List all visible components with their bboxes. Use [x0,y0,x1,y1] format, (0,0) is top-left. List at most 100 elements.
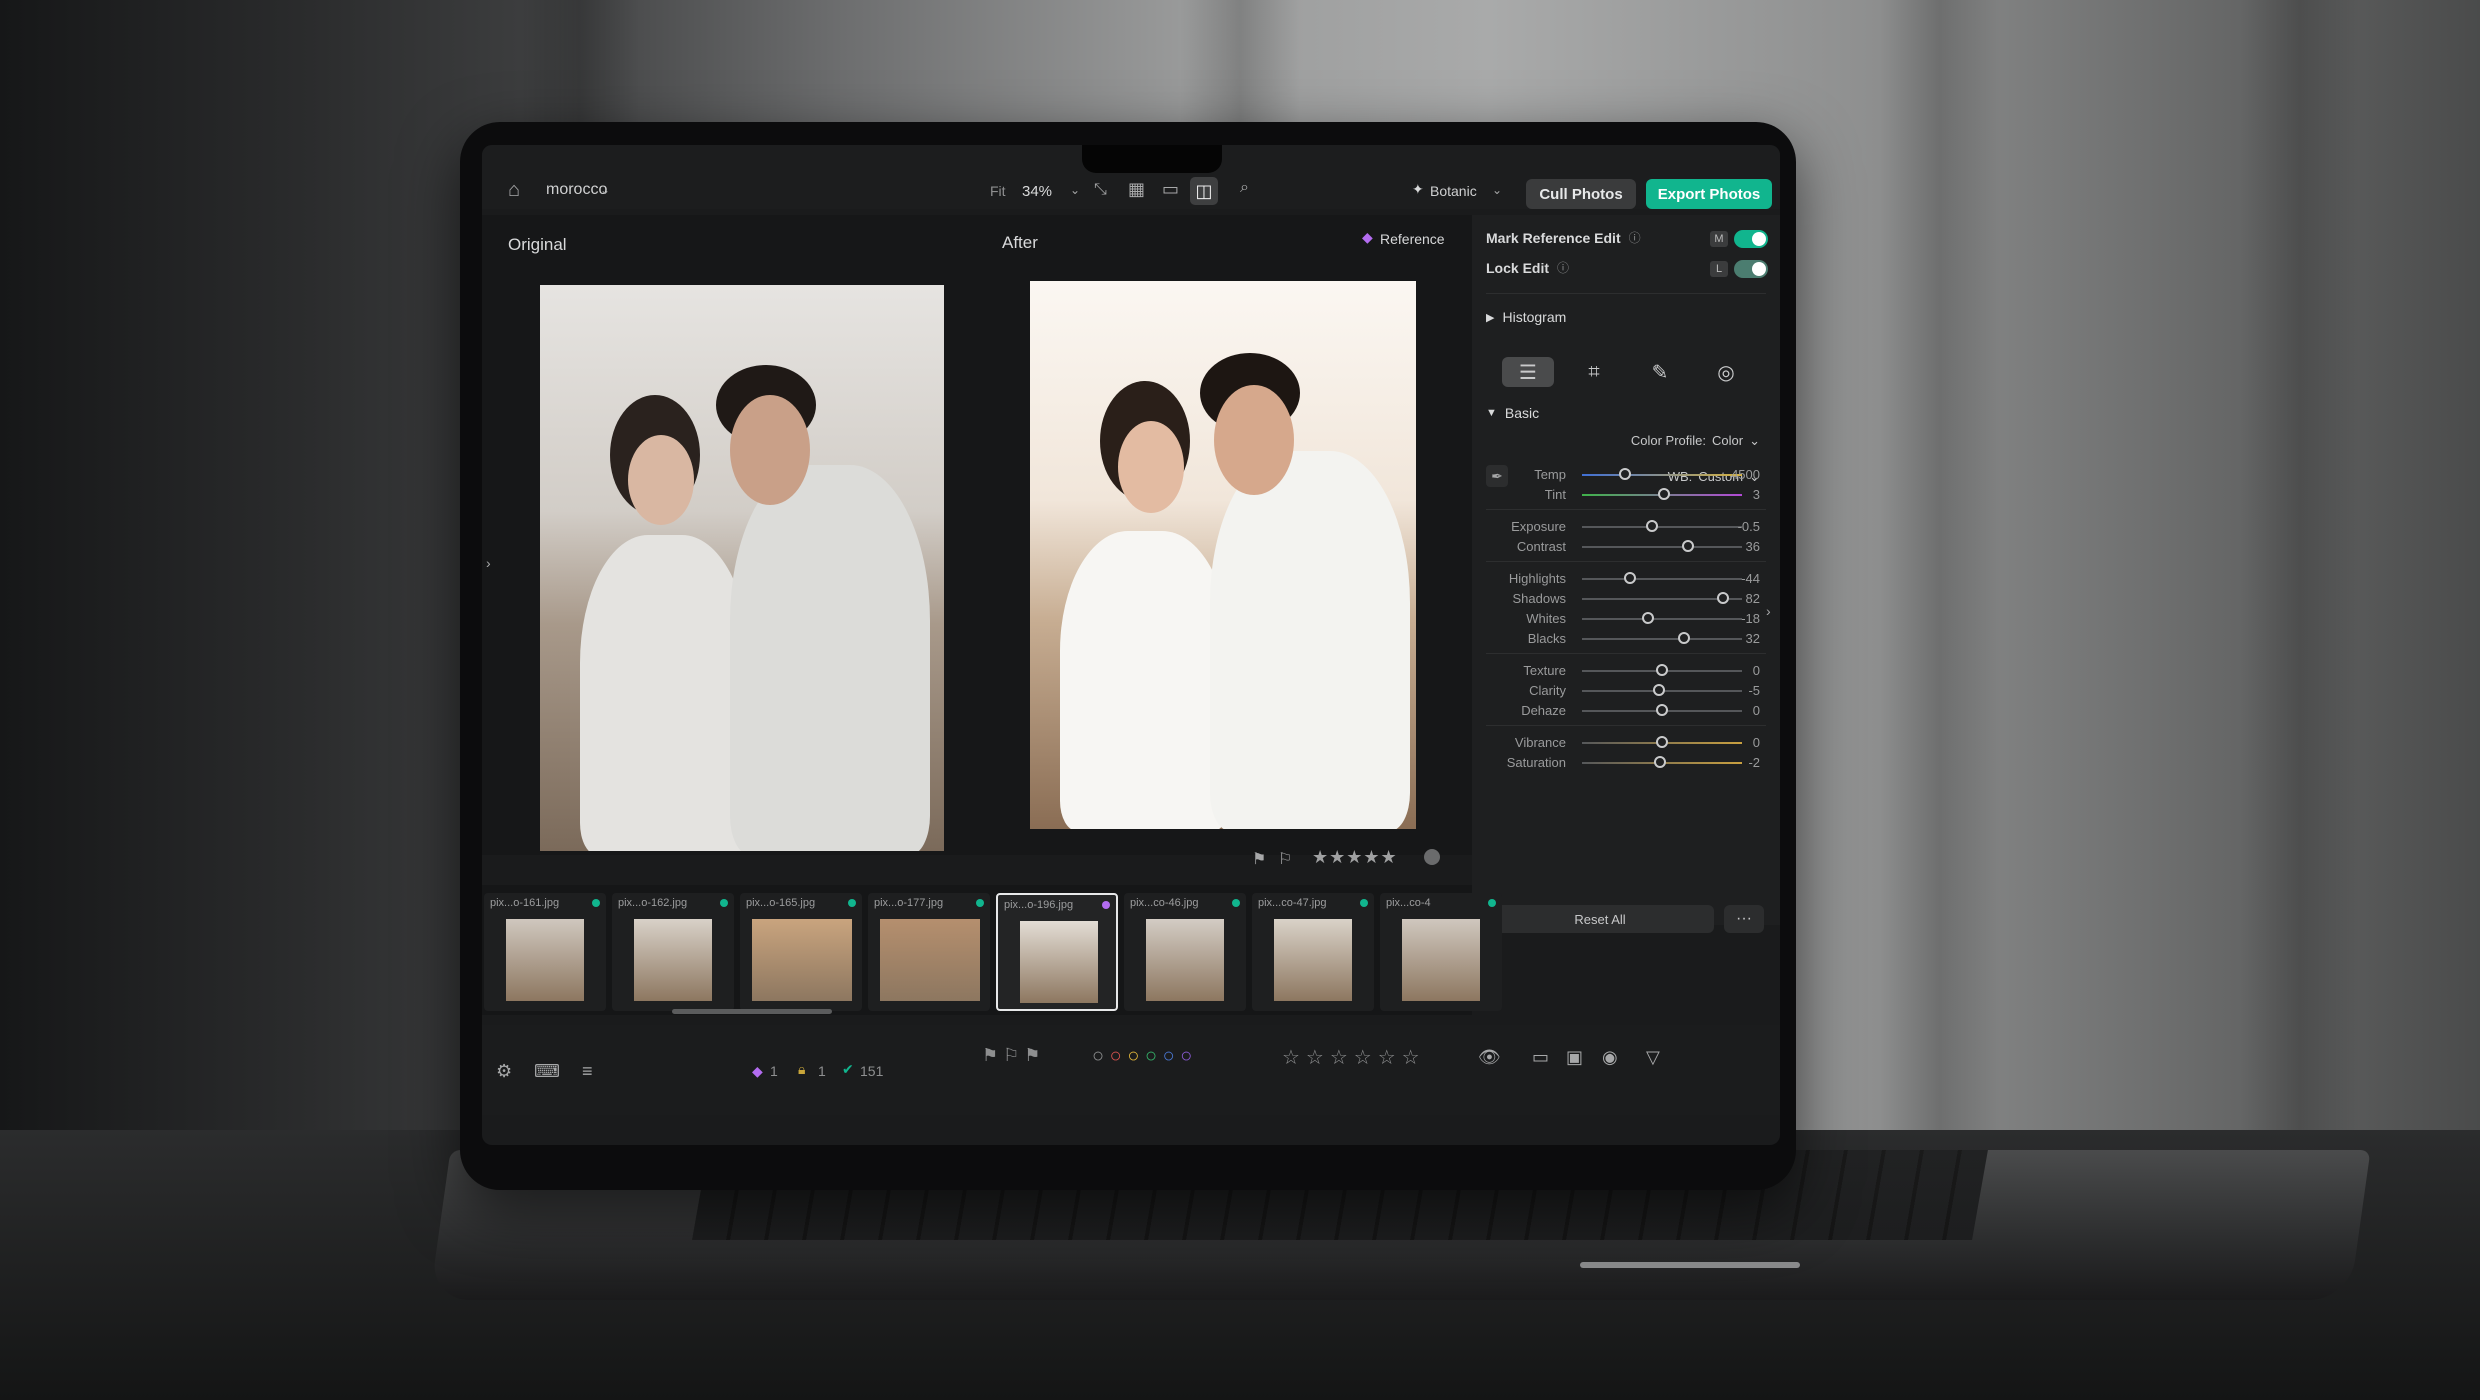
slider-knob[interactable] [1646,520,1659,532]
slider-knob[interactable] [1656,736,1668,748]
project-name[interactable]: morocco [546,181,607,199]
slider-texture[interactable]: Texture 0 [1486,661,1760,681]
filmstrip-thumbnail[interactable]: pix...co-46.jpg [1124,893,1246,1011]
sort-icon[interactable]: ≡ [582,1061,593,1082]
right-panel-toggle-icon[interactable]: › [1766,603,1771,619]
slider-value[interactable]: -44 [1730,571,1760,586]
color-profile-value[interactable]: Color [1712,433,1743,449]
compare-off-icon[interactable]: ⤡ [1094,181,1107,199]
slider-value[interactable]: -2 [1730,755,1760,770]
grid-view-icon[interactable]: ▦ [1128,179,1145,200]
slider-saturation[interactable]: Saturation -2 [1486,753,1760,773]
preset-chevron-icon[interactable]: ⌄ [1492,183,1502,197]
crop-tool-icon[interactable]: ⌗ [1568,357,1620,387]
filmstrip-thumbnail[interactable]: pix...o-177.jpg [868,893,990,1011]
chevron-down-icon[interactable]: ⌄ [600,183,610,197]
slider-value[interactable]: 0 [1730,735,1760,750]
slider-value[interactable]: 4500 [1730,467,1760,482]
left-panel-toggle-icon[interactable]: › [486,555,491,571]
slider-shadows[interactable]: Shadows 82 [1486,589,1760,609]
slider-blacks[interactable]: Blacks 32 [1486,629,1760,649]
slider-track[interactable] [1582,526,1742,528]
single-view-icon[interactable]: ▭ [1162,179,1179,200]
slider-value[interactable]: 3 [1730,487,1760,502]
slider-knob[interactable] [1656,704,1668,716]
slider-temp[interactable]: Temp 4500 [1486,465,1760,485]
zoom-value[interactable]: 34% [1022,183,1052,200]
filmstrip-thumbnail[interactable]: pix...o-161.jpg [484,893,606,1011]
rating-stars[interactable]: ★★★★★ [1312,847,1398,868]
after-photo[interactable] [1030,281,1416,829]
zoom-chevron-icon[interactable]: ⌄ [1070,183,1080,197]
eraser-tool-icon[interactable]: ✎ [1634,357,1686,387]
slider-knob[interactable] [1716,592,1729,604]
flag-filter-icon[interactable]: ⚑ ⚐ ⚑ [982,1045,1040,1066]
info-icon[interactable]: ⓘ [1557,259,1569,276]
slider-track[interactable] [1582,618,1742,620]
filmstrip-scrollbar[interactable] [672,1009,832,1014]
reject-flag-icon[interactable]: ⚐ [1278,849,1292,869]
slider-knob[interactable] [1624,572,1636,584]
filmstrip-thumbnail[interactable]: pix...o-196.jpg [996,893,1118,1011]
search-icon[interactable]: ⌕ [1240,179,1249,197]
slider-value[interactable]: -18 [1730,611,1760,626]
slider-value[interactable]: -0.5 [1730,519,1760,534]
sliders-tool-icon[interactable]: ☰ [1502,357,1554,387]
slider-knob[interactable] [1657,488,1670,500]
mark-reference-toggle[interactable] [1734,230,1768,248]
slider-value[interactable]: -5 [1730,683,1760,698]
export-photos-button[interactable]: Export Photos [1646,179,1772,209]
filmstrip-thumbnail[interactable]: pix...co-4 [1380,893,1502,1011]
slider-value[interactable]: 32 [1730,631,1760,646]
slider-knob[interactable] [1678,632,1691,644]
compare-view-icon[interactable]: ◫ [1190,177,1218,205]
slider-knob[interactable] [1656,664,1668,676]
slider-value[interactable]: 0 [1730,663,1760,678]
slider-vibrance[interactable]: Vibrance 0 [1486,733,1760,753]
keyboard-icon[interactable]: ⌨ [534,1061,560,1082]
slider-clarity[interactable]: Clarity -5 [1486,681,1760,701]
eye-icon[interactable]: 👁︎ [1478,1047,1501,1068]
basic-section-header[interactable]: ▼ Basic [1486,405,1766,421]
slider-track[interactable] [1582,638,1742,640]
slider-knob[interactable] [1654,756,1667,768]
original-photo[interactable] [540,285,944,851]
slider-contrast[interactable]: Contrast 36 [1486,537,1760,557]
gear-icon[interactable]: ⚙ [496,1061,512,1082]
reset-all-button[interactable]: Reset All [1486,905,1714,933]
slider-tint[interactable]: Tint 3 [1486,485,1760,505]
reference-label[interactable]: Reference [1380,231,1445,247]
color-filter-dots[interactable]: ○ ○ ○ ○ ○ ○ [1092,1045,1192,1068]
filter-icon[interactable]: ▽ [1646,1047,1660,1068]
filmstrip-thumbnail[interactable]: pix...o-165.jpg [740,893,862,1011]
slider-whites[interactable]: Whites -18 [1486,609,1760,629]
slider-knob[interactable] [1681,540,1694,552]
cull-photos-button[interactable]: Cull Photos [1526,179,1636,209]
slider-knob[interactable] [1652,684,1665,696]
slider-value[interactable]: 0 [1730,703,1760,718]
home-icon[interactable]: ⌂ [508,179,520,202]
flag-icon[interactable]: ⚑ [1252,849,1266,869]
slider-exposure[interactable]: Exposure -0.5 [1486,517,1760,537]
slider-dehaze[interactable]: Dehaze 0 [1486,701,1760,721]
star-filter-icons[interactable]: ☆☆☆☆☆☆ [1282,1045,1426,1070]
more-options-button[interactable]: ··· [1724,905,1764,933]
folder-icon[interactable]: ▭ [1532,1047,1549,1068]
mask-tool-icon[interactable]: ◎ [1700,357,1752,387]
camera-icon[interactable]: ◉ [1602,1047,1618,1068]
slider-track[interactable] [1582,474,1742,476]
slider-knob[interactable] [1641,612,1654,624]
filmstrip-thumbnail[interactable]: pix...co-47.jpg [1252,893,1374,1011]
slider-track[interactable] [1582,578,1742,580]
slider-track[interactable] [1582,546,1742,548]
filmstrip-thumbnail[interactable]: pix...o-162.jpg [612,893,734,1011]
histogram-row[interactable]: ▶ Histogram [1486,309,1766,325]
zoom-mode[interactable]: Fit [990,183,1006,199]
slider-knob[interactable] [1619,468,1632,480]
image-icon[interactable]: ▣ [1566,1047,1583,1068]
preset-name[interactable]: Botanic [1430,183,1477,199]
slider-value[interactable]: 82 [1730,591,1760,606]
lock-edit-toggle[interactable] [1734,260,1768,278]
slider-value[interactable]: 36 [1730,539,1760,554]
color-profile-row[interactable]: Color Profile: Color ⌄ [1631,433,1760,449]
